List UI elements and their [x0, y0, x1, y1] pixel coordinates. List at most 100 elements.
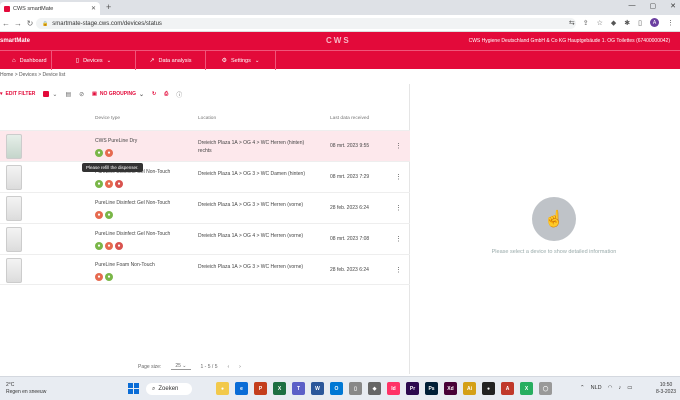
- file-icon[interactable]: ▯: [349, 382, 362, 395]
- save-icon[interactable]: ▤: [65, 91, 71, 98]
- select-all-checkbox[interactable]: ⌄: [43, 91, 57, 98]
- xd-icon[interactable]: Xd: [444, 382, 457, 395]
- weather-widget[interactable]: 2°C Regen en sneeuw: [6, 382, 46, 396]
- hide-icon[interactable]: ⊘: [79, 91, 84, 98]
- status-warning-icon[interactable]: ●: [95, 211, 103, 219]
- touch-icon: ☝: [532, 197, 576, 241]
- status-error-icon[interactable]: ●: [115, 242, 123, 250]
- row-menu-icon[interactable]: ⋮: [395, 173, 402, 181]
- status-warning-icon[interactable]: ●: [105, 180, 113, 188]
- indesign-icon[interactable]: Id: [387, 382, 400, 395]
- minimize-icon[interactable]: —: [629, 2, 636, 10]
- devices-icon: ▯: [75, 58, 80, 64]
- language-indicator[interactable]: NLD: [591, 385, 602, 391]
- status-warning-icon[interactable]: ●: [95, 273, 103, 281]
- forward-icon[interactable]: →: [12, 19, 24, 28]
- grouping-selector[interactable]: ▣ NO GROUPING ⌄: [92, 91, 144, 98]
- maximize-icon[interactable]: ▢: [650, 2, 657, 10]
- acrobat-icon[interactable]: A: [501, 382, 514, 395]
- share-icon[interactable]: ⇪: [583, 19, 589, 27]
- status-badges: ● ●: [95, 273, 113, 281]
- device-location: Dreieich Plaza 1A > OG 3 > WC Herren (vo…: [198, 202, 304, 208]
- menu-icon[interactable]: ⋮: [667, 19, 674, 27]
- browser-tab[interactable]: CWS smartMate ✕: [0, 2, 100, 15]
- table-row[interactable]: PureLine Foam Non-Touch ● ● Dreieich Pla…: [0, 254, 410, 285]
- photoshop-icon[interactable]: Ps: [425, 382, 438, 395]
- page-size-select[interactable]: 25 ⌄: [171, 363, 191, 370]
- close-tab-icon[interactable]: ✕: [91, 5, 96, 12]
- battery-icon[interactable]: ▭: [627, 385, 632, 391]
- next-page-icon[interactable]: ›: [239, 364, 241, 370]
- row-menu-icon[interactable]: ⋮: [395, 142, 402, 150]
- chrome-icon[interactable]: ●: [216, 382, 229, 395]
- media-icon[interactable]: ●: [482, 382, 495, 395]
- col-location[interactable]: Location: [198, 116, 216, 121]
- status-ok-icon[interactable]: ●: [105, 211, 113, 219]
- powerpoint-icon[interactable]: P: [254, 382, 267, 395]
- premiere-icon[interactable]: Pr: [406, 382, 419, 395]
- outlook-icon[interactable]: O: [330, 382, 343, 395]
- status-ok-icon[interactable]: ●: [95, 180, 103, 188]
- chevron-down-icon: ⌄: [254, 57, 260, 64]
- edge-icon[interactable]: e: [235, 382, 248, 395]
- prev-page-icon[interactable]: ‹: [227, 364, 229, 370]
- avatar[interactable]: A: [650, 18, 659, 27]
- page-size-label: Page size:: [138, 363, 162, 370]
- edit-filter-button[interactable]: ▾ EDIT FILTER: [0, 91, 35, 97]
- system-clock[interactable]: 10:50 8-3-2023: [656, 382, 676, 396]
- nav-devices[interactable]: ▯ Devices ⌄: [52, 51, 136, 70]
- taskbar-search[interactable]: ⌕ Zoeken: [146, 383, 192, 395]
- app-icon-x[interactable]: X: [520, 382, 533, 395]
- volume-icon[interactable]: ♪: [618, 385, 621, 391]
- main-nav: ⌂ Dashboard ▯ Devices ⌄ ↗ Data analysis …: [0, 50, 680, 70]
- status-warning-icon[interactable]: ●: [105, 242, 113, 250]
- pagination: Page size: 25 ⌄ 1 - 5 / 5 ‹ ›: [138, 363, 241, 370]
- row-menu-icon[interactable]: ⋮: [395, 235, 402, 243]
- print-icon[interactable]: ⎙: [164, 91, 168, 97]
- extension-icon[interactable]: ◆: [611, 19, 616, 27]
- app-icon[interactable]: ◆: [368, 382, 381, 395]
- excel-icon[interactable]: X: [273, 382, 286, 395]
- company-selector[interactable]: CWS Hygiene Deutschland GmbH & Co KG Hau…: [469, 38, 670, 44]
- nav-data-analysis[interactable]: ↗ Data analysis: [136, 51, 206, 70]
- table-row[interactable]: PureLine Disinfect Gel Non-Touch ● ● Dre…: [0, 192, 410, 223]
- status-warning-icon[interactable]: ●: [105, 149, 113, 157]
- sidebar-icon[interactable]: ▯: [638, 19, 642, 27]
- wifi-icon[interactable]: ◠: [608, 385, 613, 391]
- nav-dashboard[interactable]: ⌂ Dashboard: [0, 51, 52, 70]
- url-text: smartmate-stage.cws.com/devices/status: [52, 20, 162, 27]
- translate-icon[interactable]: ⇆: [569, 19, 575, 27]
- grouping-icon: ▣: [92, 91, 97, 97]
- list-toolbar: ▾ EDIT FILTER ⌄ ▤ ⊘ ▣ NO GROUPING ⌄ ↻ ⎙ …: [0, 88, 410, 100]
- status-ok-icon[interactable]: ●: [95, 242, 103, 250]
- col-last-data[interactable]: Last data received: [330, 116, 369, 121]
- status-error-icon[interactable]: ●: [115, 180, 123, 188]
- refresh-icon[interactable]: ↻: [152, 91, 156, 97]
- start-icon[interactable]: [128, 383, 139, 394]
- info-icon[interactable]: ⓘ: [176, 90, 182, 99]
- app-icon-extra[interactable]: ◯: [539, 382, 552, 395]
- new-tab-icon[interactable]: +: [106, 2, 111, 12]
- table-header: Device type Location Last data received: [0, 116, 410, 126]
- url-input[interactable]: 🔒 smartmate-stage.cws.com/devices/status: [36, 18, 576, 29]
- table-row[interactable]: PureLine Disinfect Gel Non-Touch ● ● ● D…: [0, 161, 410, 192]
- status-ok-icon[interactable]: ●: [105, 273, 113, 281]
- back-icon[interactable]: ←: [0, 19, 12, 28]
- brand[interactable]: smartMate: [0, 38, 30, 44]
- table-row[interactable]: PureLine Disinfect Gel Non-Touch ● ● ● D…: [0, 223, 410, 254]
- puzzle-icon[interactable]: ✱: [624, 19, 630, 27]
- row-menu-icon[interactable]: ⋮: [395, 204, 402, 212]
- device-type: PureLine Disinfect Gel Non-Touch: [95, 200, 171, 206]
- nav-settings[interactable]: ⚙ Settings ⌄: [206, 51, 276, 70]
- chevron-up-icon[interactable]: ⌃: [580, 385, 585, 391]
- star-icon[interactable]: ☆: [597, 19, 603, 27]
- table-row[interactable]: CWS PureLine Dry ● ● Dreieich Plaza 1A >…: [0, 130, 410, 161]
- close-window-icon[interactable]: ✕: [670, 2, 676, 10]
- col-device-type[interactable]: Device type: [95, 116, 120, 121]
- illustrator-icon[interactable]: Ai: [463, 382, 476, 395]
- reload-icon[interactable]: ↻: [24, 19, 36, 28]
- word-icon[interactable]: W: [311, 382, 324, 395]
- status-ok-icon[interactable]: ●: [95, 149, 103, 157]
- teams-icon[interactable]: T: [292, 382, 305, 395]
- row-menu-icon[interactable]: ⋮: [395, 266, 402, 274]
